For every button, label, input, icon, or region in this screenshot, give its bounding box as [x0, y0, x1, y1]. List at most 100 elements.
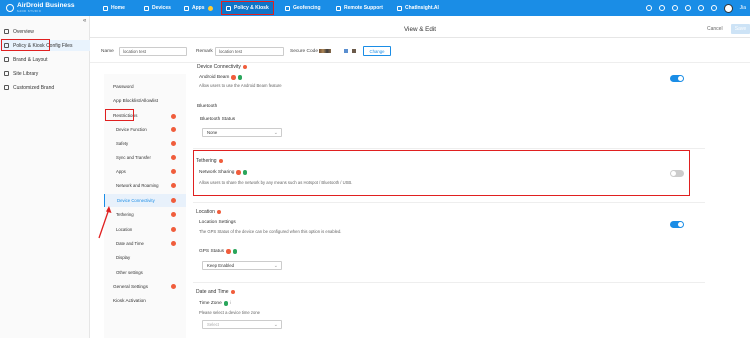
toggle-knob [678, 76, 683, 81]
secure-code-swatch [352, 49, 356, 53]
android-beam-desc: Allow users to use the Android Beam feat… [199, 83, 282, 88]
sidebar-highlight-box [1, 39, 50, 51]
avatar[interactable] [723, 3, 733, 13]
notification-icon[interactable] [645, 5, 652, 11]
sidebar: « Overview Policy & Kiosk Config Files B… [0, 16, 90, 338]
time-zone-desc: Please select a device time zone [199, 310, 260, 315]
page-title: View & Edit [403, 26, 437, 33]
menu-item-other-settings[interactable]: Other settings [104, 266, 186, 279]
sidebar-item-label: Customized Brand [13, 84, 55, 91]
tethering-highlight-box [193, 150, 690, 196]
select-placeholder: Select [207, 322, 219, 327]
language-icon[interactable] [710, 5, 717, 11]
brand[interactable]: AirDroid Business SAND STUDIO [6, 2, 88, 14]
apps-badge-icon [171, 169, 176, 174]
remark-input[interactable]: location test [215, 47, 284, 56]
menu-item-label: App Blocklist/Allowlist [113, 98, 159, 103]
menu-item-label: Location [116, 227, 133, 232]
location-settings-label: Location Settings [199, 220, 236, 225]
menu-item-app-blocklist[interactable]: App Blocklist/Allowlist [104, 94, 186, 107]
restricted-icon [242, 64, 248, 70]
tethering-badge-icon [171, 212, 176, 217]
apps-icon [184, 5, 189, 11]
user-name[interactable]: Jia [740, 5, 746, 11]
menu-item-password[interactable]: Password [104, 80, 186, 93]
menu-item-label: Date and Time [116, 241, 144, 246]
nav-chatinsight-label: ChatInsight.AI [405, 5, 439, 11]
nav-devices[interactable]: Devices [144, 2, 171, 14]
menu-item-label: Safety [116, 141, 129, 146]
android-beam-label: Android Beam [199, 75, 243, 80]
section-title-text: Device Connectivity [197, 64, 241, 70]
restricted-icon [216, 209, 222, 215]
restrictions-highlight-box [105, 109, 134, 121]
save-button[interactable]: Save [731, 24, 750, 34]
bluetooth-status-select[interactable]: None ⌄ [202, 128, 282, 137]
menu-item-kiosk-activation[interactable]: Kiosk Activation [104, 294, 186, 307]
nav-geofencing-label: Geofencing [293, 5, 321, 11]
device-connectivity-title: Device Connectivity [197, 64, 248, 70]
android-icon [237, 75, 243, 80]
secure-code-label: Secure Code [290, 49, 318, 54]
nav-chatinsight[interactable]: ChatInsight.AI [397, 2, 439, 14]
setting-label: GPS Status [199, 249, 225, 254]
location-badge-icon [171, 227, 176, 232]
nav-geofencing[interactable]: Geofencing [285, 2, 321, 14]
policy-icon [226, 5, 231, 11]
menu-item-label: Tethering [116, 212, 134, 217]
overview-icon [4, 29, 9, 34]
annotation-arrow-icon [98, 206, 112, 239]
restricted-icon [226, 249, 231, 254]
menu-item-label: Other settings [116, 270, 143, 275]
nav-devices-label: Devices [152, 5, 171, 11]
remark-label: Remark [196, 49, 213, 54]
collapse-icon[interactable]: « [83, 18, 86, 24]
sidebar-item-customized-brand[interactable]: Customized Brand [0, 82, 90, 93]
library-icon [4, 71, 9, 76]
location-settings-toggle[interactable] [670, 221, 684, 228]
secure-code-swatch [319, 49, 331, 53]
nav-apps[interactable]: Apps [184, 2, 213, 14]
nav-home[interactable]: Home [103, 2, 125, 14]
time-zone-select[interactable]: Select ⌄ [202, 320, 282, 329]
menu-item-label: Kiosk Activation [113, 298, 146, 303]
sidebar-item-overview[interactable]: Overview [0, 26, 90, 37]
menu-item-label: Apps [116, 169, 126, 174]
change-button[interactable]: Change [363, 46, 391, 56]
sidebar-item-label: Site Library [13, 70, 39, 77]
safety-badge-icon [171, 141, 176, 146]
nav-policy-kiosk[interactable]: Policy & Kiosk [221, 1, 274, 15]
apps-badge [207, 5, 213, 11]
name-input[interactable]: location test [119, 47, 187, 56]
sidebar-item-brand-layout[interactable]: Brand & Layout [0, 54, 90, 65]
message-icon[interactable] [658, 5, 665, 11]
download-icon[interactable] [671, 5, 678, 11]
restricted-icon [231, 75, 236, 80]
menu-item-label: Device Function [116, 127, 147, 132]
restricted-icon [230, 289, 236, 295]
cancel-button[interactable]: Cancel [707, 26, 723, 32]
gps-status-select[interactable]: Keep Enabled ⌄ [202, 261, 282, 270]
nav-policy-kiosk-label: Policy & Kiosk [234, 5, 269, 11]
android-beam-toggle[interactable] [670, 75, 684, 82]
general-badge-icon [171, 284, 176, 289]
location-title: Location [196, 209, 222, 215]
nav-remote-support-label: Remote Support [344, 5, 383, 11]
menu-item-display[interactable]: Display [104, 251, 186, 264]
android-icon [223, 301, 229, 306]
chevron-down-icon: ⌄ [273, 322, 278, 328]
select-value: Keep Enabled [207, 263, 234, 268]
chatinsight-icon [397, 5, 402, 11]
toggle-knob [678, 222, 683, 227]
secure-code-swatch [344, 49, 348, 53]
settings-icon[interactable] [697, 5, 704, 11]
bluetooth-status-label: Bluetooth Status [200, 117, 236, 122]
sidebar-item-site-library[interactable]: Site Library [0, 68, 90, 79]
section-divider [193, 148, 705, 149]
top-right-tools: Jia [645, 3, 746, 13]
setting-label: Android Beam [199, 75, 230, 80]
section-divider [193, 202, 705, 203]
help-icon[interactable] [684, 5, 691, 11]
nav-remote-support[interactable]: Remote Support [336, 2, 383, 14]
brand-name: AirDroid Business [17, 2, 75, 9]
